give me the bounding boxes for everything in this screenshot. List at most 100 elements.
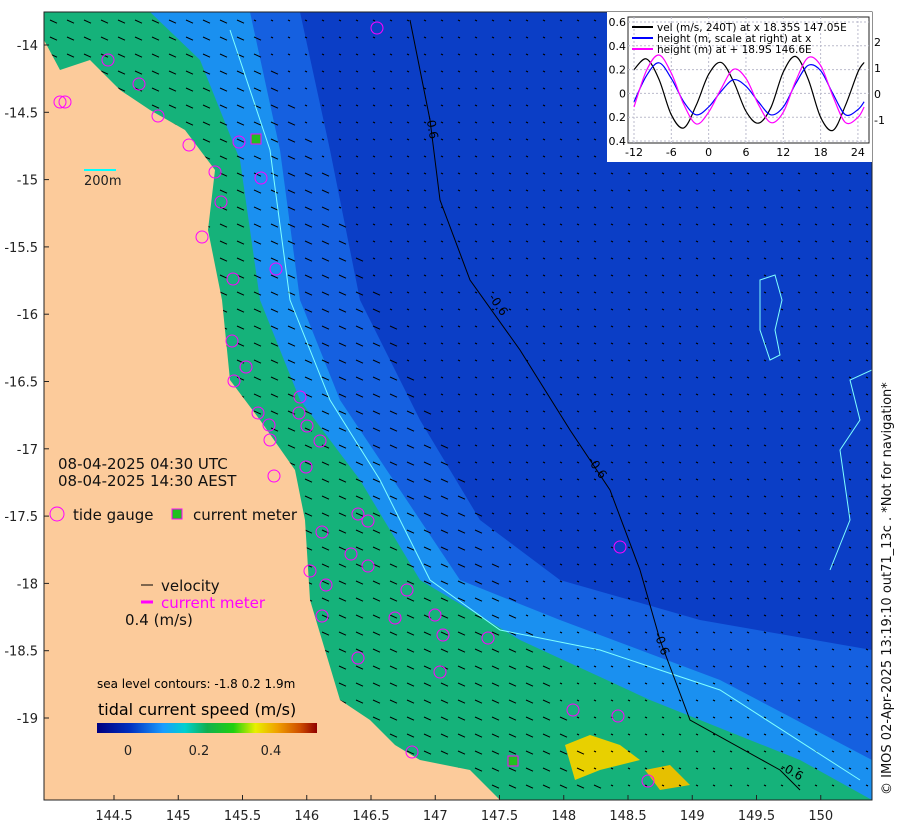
- velocity-arrow: [678, 325, 682, 328]
- velocity-arrow: [831, 410, 835, 413]
- velocity-arrow: [406, 325, 410, 328]
- velocity-arrow: [576, 36, 580, 39]
- velocity-arrow: [763, 206, 767, 209]
- velocity-arrow: [423, 53, 427, 56]
- velocity-arrow: [423, 257, 427, 260]
- velocity-arrow: [576, 597, 580, 600]
- velocity-arrow: [729, 291, 733, 294]
- velocity-arrow: [491, 36, 495, 39]
- velocity-arrow: [440, 70, 444, 73]
- velocity-arrow: [576, 359, 580, 362]
- velocity-arrow: [474, 70, 478, 73]
- velocity-arrow: [559, 682, 563, 685]
- velocity-arrow: [780, 342, 784, 345]
- velocity-arrow: [304, 53, 308, 56]
- velocity-arrow: [865, 359, 869, 362]
- velocity-arrow: [661, 716, 665, 719]
- velocity-arrow: [661, 427, 665, 430]
- y-tick-label: -15.5: [4, 241, 38, 256]
- velocity-arrow: [746, 682, 750, 685]
- velocity-arrow: [678, 767, 682, 770]
- velocity-arrow: [389, 189, 393, 192]
- velocity-arrow: [848, 597, 852, 600]
- velocity-arrow: [372, 189, 376, 192]
- velocity-arrow: [695, 189, 699, 192]
- velocity-arrow: [542, 427, 546, 430]
- velocity-arrow: [457, 155, 461, 158]
- velocity-arrow: [440, 410, 444, 413]
- velocity-arrow: [797, 308, 801, 311]
- velocity-arrow: [848, 410, 852, 413]
- inset-chart: vel (m/s, 240T) at x 18.35S 147.05Eheigh…: [607, 12, 885, 162]
- velocity-arrow: [627, 461, 631, 464]
- velocity-arrow: [644, 274, 648, 277]
- velocity-arrow: [746, 393, 750, 396]
- velocity-arrow: [457, 240, 461, 243]
- velocity-arrow: [746, 716, 750, 719]
- velocity-arrow: [661, 274, 665, 277]
- inset-y-tick-left: 0.2: [609, 64, 627, 77]
- velocity-arrow: [389, 240, 393, 243]
- velocity-arrow: [593, 716, 597, 719]
- velocity-arrow: [644, 393, 648, 396]
- velocity-arrow: [695, 206, 699, 209]
- velocity-arrow: [865, 206, 869, 209]
- current-meter-arrow-label: current meter: [161, 594, 266, 612]
- velocity-arrow: [610, 257, 614, 260]
- velocity-arrow: [848, 767, 852, 770]
- velocity-arrow: [525, 580, 529, 583]
- velocity-arrow: [865, 784, 869, 787]
- velocity-arrow: [559, 478, 563, 481]
- velocity-arrow: [814, 444, 818, 447]
- velocity-arrow: [457, 342, 461, 345]
- velocity-arrow: [372, 87, 376, 90]
- velocity-arrow: [491, 342, 495, 345]
- velocity-arrow: [712, 512, 716, 515]
- velocity-arrow: [695, 223, 699, 226]
- velocity-arrow: [678, 274, 682, 277]
- velocity-arrow: [831, 614, 835, 617]
- velocity-arrow: [491, 444, 495, 447]
- velocity-arrow: [372, 240, 376, 243]
- velocity-arrow: [780, 631, 784, 634]
- velocity-arrow: [508, 546, 512, 549]
- velocity-arrow: [814, 376, 818, 379]
- velocity-arrow: [848, 546, 852, 549]
- velocity-arrow: [831, 359, 835, 362]
- velocity-arrow: [423, 206, 427, 209]
- current-meter-marker[interactable]: [507, 755, 519, 767]
- current-meter-marker[interactable]: [250, 133, 262, 145]
- velocity-arrow: [457, 70, 461, 73]
- velocity-arrow: [780, 750, 784, 753]
- velocity-arrow: [559, 223, 563, 226]
- velocity-arrow: [406, 155, 410, 158]
- velocity-arrow: [831, 274, 835, 277]
- velocity-arrow: [763, 529, 767, 532]
- velocity-arrow: [814, 274, 818, 277]
- velocity-arrow: [763, 189, 767, 192]
- velocity-arrow: [661, 478, 665, 481]
- inset-y-tick-right: 2: [874, 36, 881, 49]
- inset-x-tick: 6: [742, 146, 749, 159]
- velocity-arrow: [627, 274, 631, 277]
- velocity-arrow: [814, 597, 818, 600]
- velocity-arrow: [661, 767, 665, 770]
- velocity-arrow: [525, 240, 529, 243]
- velocity-arrow: [712, 546, 716, 549]
- velocity-arrow: [831, 784, 835, 787]
- velocity-arrow: [593, 546, 597, 549]
- velocity-arrow: [559, 325, 563, 328]
- velocity-arrow: [848, 393, 852, 396]
- velocity-arrow: [593, 36, 597, 39]
- velocity-arrow: [831, 376, 835, 379]
- velocity-arrow: [610, 580, 614, 583]
- velocity-arrow: [491, 546, 495, 549]
- velocity-arrow: [542, 597, 546, 600]
- velocity-arrow: [542, 444, 546, 447]
- velocity-arrow: [627, 223, 631, 226]
- velocity-arrow: [287, 53, 291, 56]
- velocity-arrow: [559, 393, 563, 396]
- velocity-arrow: [695, 461, 699, 464]
- velocity-arrow: [576, 614, 580, 617]
- velocity-arrow: [627, 427, 631, 430]
